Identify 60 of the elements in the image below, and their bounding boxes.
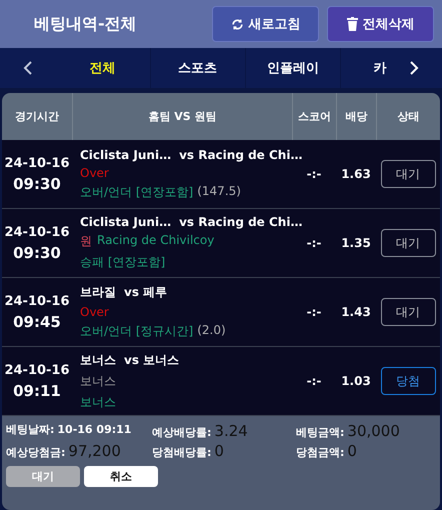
score-text: -:- [306, 305, 322, 319]
home-team: Ciclista Juni… [80, 148, 172, 162]
market-text: 승패 [연장포함] [80, 254, 166, 271]
category-tab[interactable]: 스포츠 [150, 48, 246, 88]
pick-text: 보너스 [80, 372, 116, 390]
market-text: 보너스 [80, 394, 116, 410]
column-header: 홈팀 VS 원팀 [72, 93, 292, 140]
away-team: vs 보너스 [124, 352, 180, 368]
odds-text: 1.43 [341, 305, 371, 319]
status-button[interactable]: 대기 [380, 160, 436, 188]
home-team: 브라질 [80, 284, 116, 301]
refresh-icon [230, 18, 244, 30]
market-text: 오버/언더 [연장포함] [80, 184, 194, 200]
column-header: 상태 [376, 93, 440, 140]
match-time: 09:30 [13, 174, 61, 192]
market-text: 오버/언더 [정규시간] [80, 323, 194, 340]
match-date: 24-10-16 [4, 362, 70, 378]
match-date: 24-10-16 [4, 156, 70, 170]
away-team: vs Racing de Chi… [179, 215, 302, 229]
status-button[interactable]: 대기 [380, 229, 436, 257]
line-value: (147.5) [197, 184, 241, 200]
odds-text: 1.35 [341, 236, 371, 250]
odds-text: 1.03 [341, 374, 371, 388]
line-value: (2.0) [197, 323, 226, 339]
delete-all-button[interactable]: 전체삭제 [327, 6, 434, 42]
status-button[interactable]: 당첨 [380, 367, 436, 395]
summary-item: 예상배당률: 3.24 [152, 422, 249, 440]
match-time: 09:45 [13, 312, 61, 330]
score-text: -:- [306, 167, 322, 181]
away-team: vs Racing de Chi… [179, 148, 302, 162]
cancel-button[interactable]: 취소 [84, 466, 158, 487]
score-text: -:- [306, 236, 322, 250]
column-header: 스코어 [292, 93, 336, 140]
match-time: 09:11 [13, 382, 61, 400]
match-date: 24-10-16 [4, 224, 70, 240]
category-tab[interactable]: 인플레이 [246, 48, 341, 88]
summary-item: 베팅금액: 30,000 [296, 422, 401, 440]
away-team: vs 페루 [124, 284, 168, 301]
pick-text: Over [80, 305, 109, 319]
trash-icon [346, 17, 358, 31]
match-date: 24-10-16 [4, 294, 70, 308]
odds-text: 1.63 [341, 167, 371, 181]
refresh-button[interactable]: 새로고침 [212, 6, 319, 42]
category-tab[interactable]: 카 [340, 48, 386, 88]
status-button[interactable]: 대기 [380, 298, 436, 326]
pick-text: Over [80, 166, 109, 180]
home-team: Ciclista Juni… [80, 215, 172, 229]
score-text: -:- [306, 374, 322, 388]
match-time: 09:30 [13, 244, 61, 262]
page-title: 베팅내역-전체 [34, 14, 138, 34]
summary-item: 베팅날짜: 10-16 09:11 [6, 422, 132, 438]
summary-item: 예상당첨금: 97,200 [6, 442, 122, 460]
column-header: 경기시간 [14, 109, 60, 125]
summary-item: 당첨금액: 0 [296, 442, 358, 460]
pick-text: 원 [80, 233, 92, 250]
summary-item: 당첨배당률: 0 [152, 442, 225, 460]
pick-text: Racing de Chivilcoy [97, 233, 214, 249]
column-header: 배당 [336, 93, 376, 140]
home-team: 보너스 [80, 352, 116, 368]
category-tab[interactable]: 전체 [56, 48, 151, 88]
